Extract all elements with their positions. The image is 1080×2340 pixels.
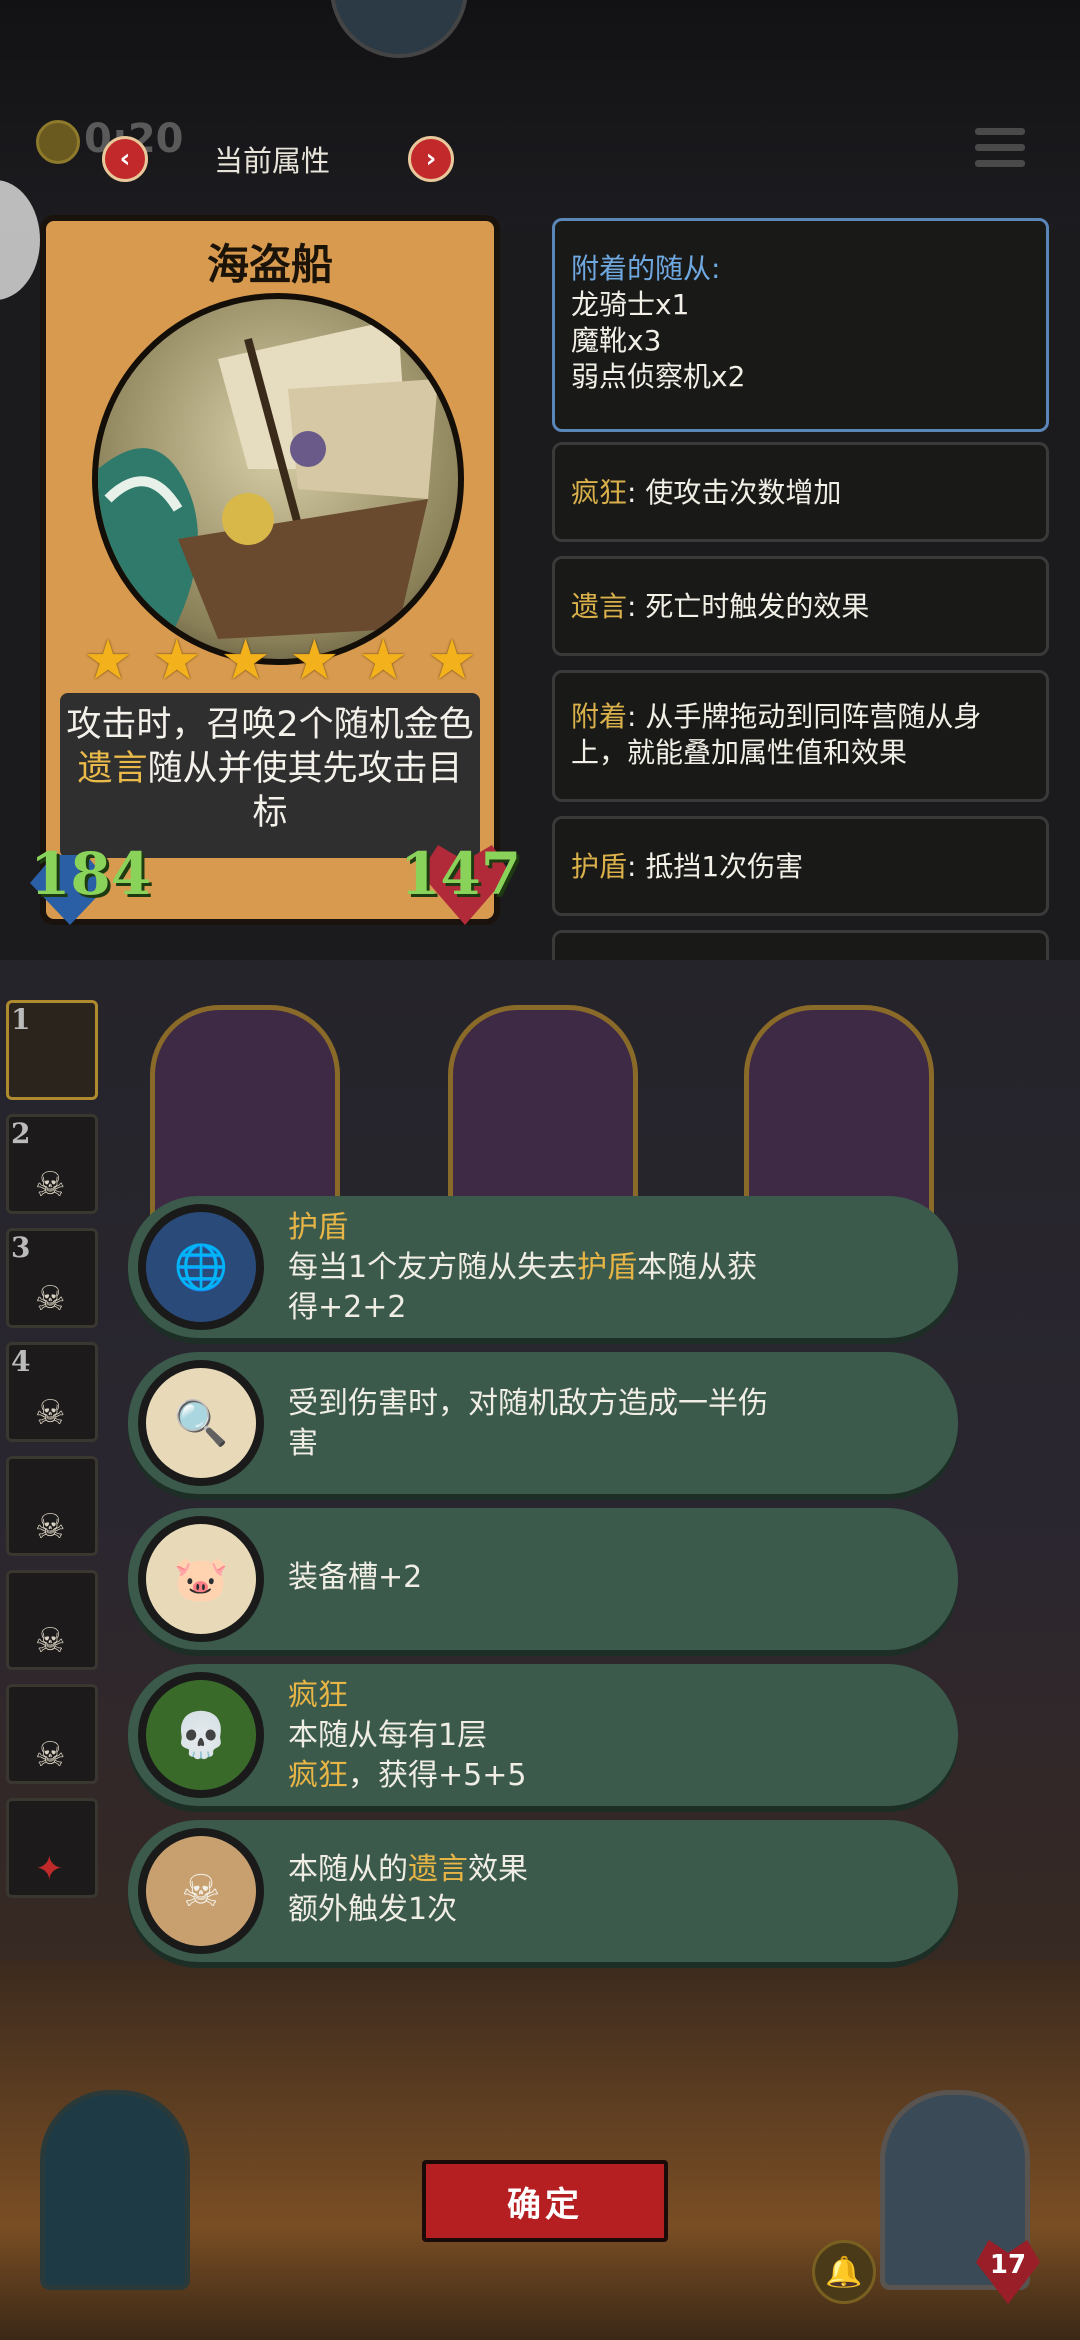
keyword-name: 遗言 [571,590,628,623]
spell-card-slot[interactable] [40,2090,190,2290]
keyword-frenzy-panel: 疯狂: 使攻击次数增加 [552,442,1049,542]
card-description: 攻击时，召唤2个随机金色遗言随从并使其先攻击目标 [66,705,474,833]
keyword-deathrattle-panel: 遗言: 死亡时触发的效果 [552,556,1049,656]
ability-item[interactable]: ☠ [128,1820,958,1962]
keyword-desc: : 从手牌拖动到同阵营随从身上，就能叠加属性值和效果 [571,700,982,769]
attached-item: 龙骑士x1 [571,288,690,321]
warband-slot[interactable]: 3 ☠ [6,1228,98,1328]
hero-health-value: 17 [989,2250,1027,2280]
warband-slot[interactable]: ☠ [6,1570,98,1670]
keyword-name: 护盾 [571,850,628,883]
coin-icon [36,120,80,164]
keyword-shield-panel: 护盾: 抵挡1次伤害 [552,816,1049,916]
star-icon: ★ [82,628,134,693]
ability-text: 护盾 每当1个友方随从失去护盾本随从获 得+2+2 [288,1210,758,1325]
minion-card: 海盗船 ★ ★ ★ ★ ★ ★ 攻击时，召唤2个随机金色遗言随从并使其先攻击目标… [30,215,521,925]
attack-value: 184 [30,840,152,908]
skull-icon: ✦ [35,1849,64,1889]
keyword-desc: : 抵挡1次伤害 [627,850,804,883]
ability-text: 受到伤害时，对随机敌方造成一半伤 害 [288,1386,768,1461]
keyword-desc: : 使攻击次数增加 [627,476,842,509]
warband-slot[interactable]: 4 ☠ [6,1342,98,1442]
page-title: 当前属性 [214,144,331,178]
flame-skull-icon: 💀 [138,1672,264,1798]
skull-icon: ☠ [35,1735,66,1775]
star-rating: ★ ★ ★ ★ ★ ★ [80,633,480,693]
ability-text: 本随从的遗言效果 额外触发1次 [288,1852,528,1927]
ability-text: 装备槽+2 [288,1560,423,1595]
attached-minions-panel: 附着的随从: 龙骑士x1 魔靴x3 弱点侦察机x2 [552,218,1049,432]
star-icon: ★ [220,628,271,693]
star-icon: ★ [289,628,340,693]
skull-icon: ☠ [35,1165,66,1205]
warband-slot[interactable]: ✦ [6,1798,98,1898]
skull-icon: ☠ [35,1279,66,1319]
keyword-name: 附着 [571,700,628,733]
card-name: 海盗船 [206,240,333,289]
keyword-name: 疯狂 [571,476,628,509]
ability-item[interactable]: 💀 [128,1664,958,1806]
prev-button[interactable]: ‹ [102,136,148,182]
globe-shield-icon: 🌐 [138,1204,264,1330]
menu-icon[interactable] [975,128,1025,172]
pirate-ship-portrait [92,293,464,665]
keyword-attach-panel: 附着: 从手牌拖动到同阵营随从身上，就能叠加属性值和效果 [552,670,1049,802]
bell-icon[interactable]: 🔔 [812,2240,876,2304]
confirm-button[interactable]: 确定 [422,2160,668,2242]
health-value: 147 [400,840,522,908]
scroll-skull-icon: ☠ [138,1828,264,1954]
top-background [0,0,1080,230]
attached-item: 魔靴x3 [571,324,662,357]
warband-slot[interactable]: ☠ [6,1456,98,1556]
attached-title: 附着的随从: [571,252,721,285]
warband-slot[interactable]: 1 [6,1000,98,1100]
star-icon: ★ [358,628,409,693]
pig-icon: 🐷 [138,1516,264,1642]
skull-icon: ☠ [35,1393,66,1433]
info-panel-more [552,930,1049,960]
star-icon: ★ [426,628,478,693]
magnifier-icon: 🔍 [138,1360,264,1486]
warband-slot[interactable]: 2 ☠ [6,1114,98,1214]
ability-item[interactable]: 🐷 [128,1508,958,1650]
skull-icon: ☠ [35,1621,66,1661]
keyword-desc: : 死亡时触发的效果 [627,590,870,623]
star-icon: ★ [151,628,202,693]
skull-icon: ☠ [35,1507,66,1547]
warband-slot[interactable]: ☠ [6,1684,98,1784]
next-button[interactable]: › [408,136,454,182]
ability-text: 疯狂 本随从每有1层 疯狂，获得+5+5 [288,1678,527,1793]
attached-item: 弱点侦察机x2 [571,360,746,393]
